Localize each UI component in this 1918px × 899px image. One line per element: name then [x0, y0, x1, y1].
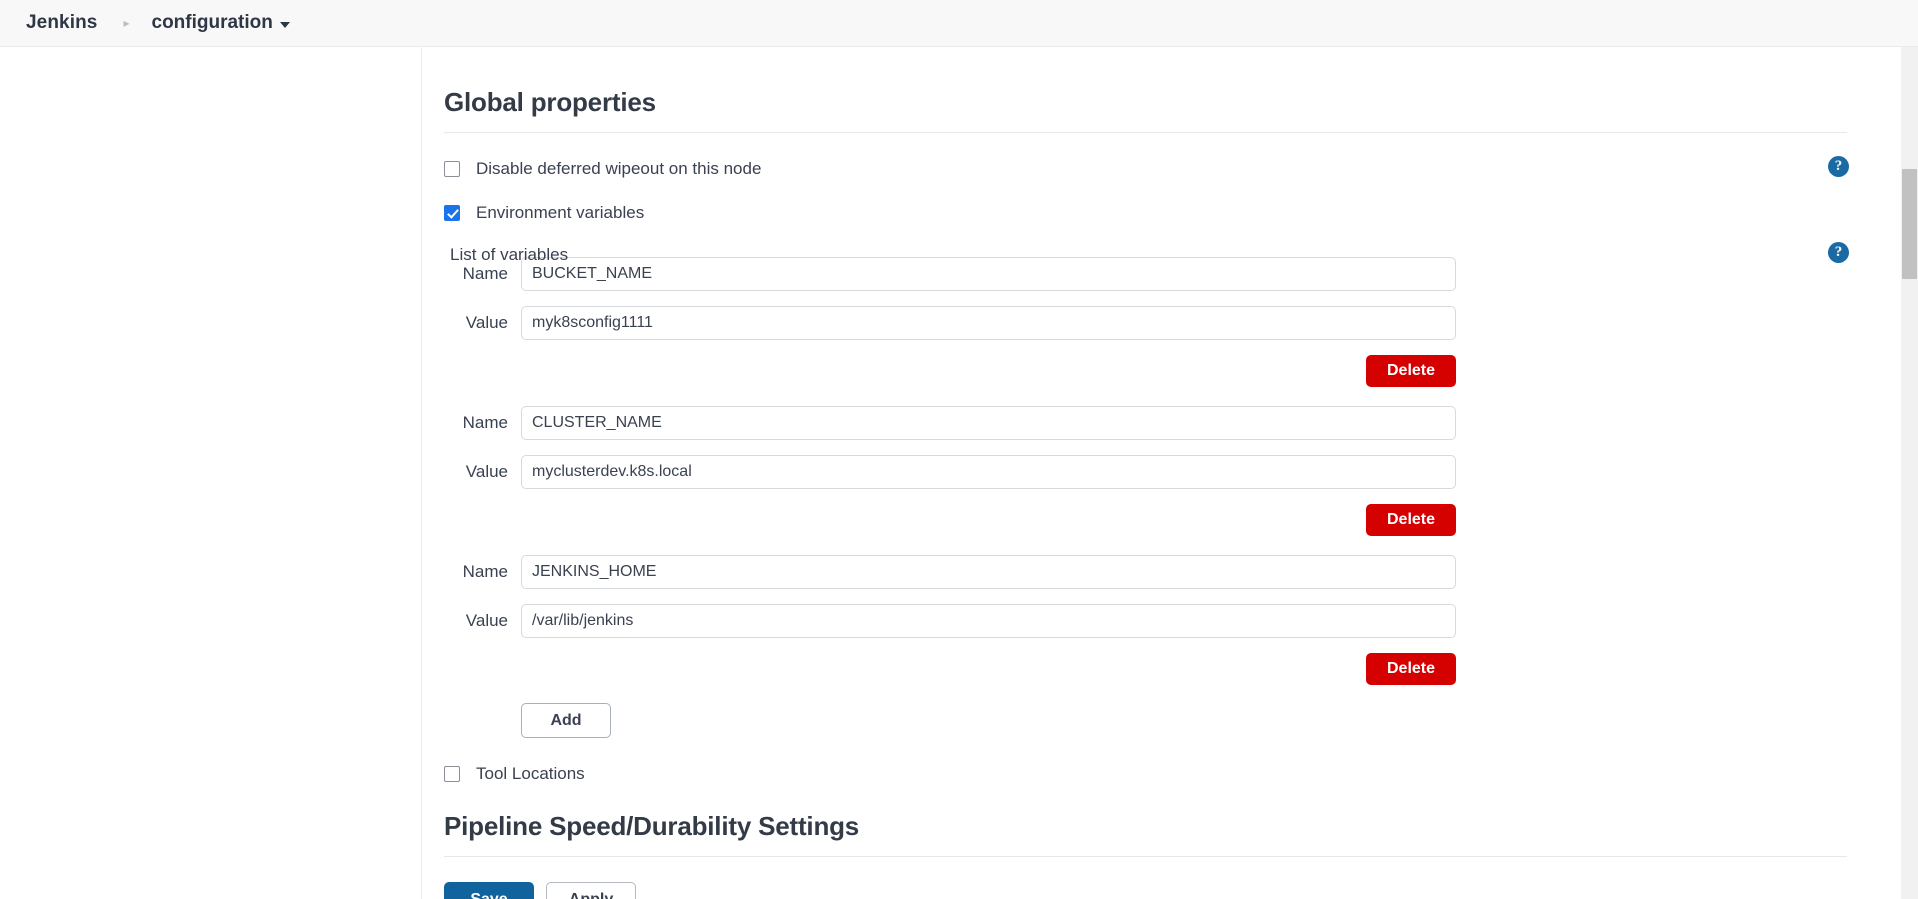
section-divider: [444, 132, 1847, 133]
vertical-scrollbar[interactable]: [1901, 47, 1918, 899]
field-row-value: Value: [444, 455, 1918, 489]
input-variable-name[interactable]: [521, 406, 1456, 440]
form-actions: Save Apply: [444, 882, 1918, 899]
input-variable-value[interactable]: [521, 306, 1456, 340]
label-name: Name: [462, 413, 508, 432]
field-row-name: Name: [444, 406, 1918, 440]
delete-button[interactable]: Delete: [1366, 653, 1456, 685]
checkbox-environment-variables[interactable]: [444, 205, 460, 221]
checkbox-tool-locations[interactable]: [444, 766, 460, 782]
field-row-name: Name: [444, 555, 1918, 589]
row-add-action: Add: [521, 703, 1918, 738]
page-body: Global properties Disable deferred wipeo…: [0, 47, 1918, 899]
row-disable-deferred-wipeout: Disable deferred wipeout on this node ?: [444, 156, 1918, 179]
breadcrumb-configuration[interactable]: configuration: [152, 12, 290, 34]
variable-entry: Name Value Delete: [444, 555, 1918, 685]
label-name: Name: [462, 562, 508, 581]
variable-entry: Name Value Delete: [444, 257, 1918, 387]
input-variable-value[interactable]: [521, 455, 1456, 489]
apply-button[interactable]: Apply: [546, 882, 636, 899]
delete-button[interactable]: Delete: [1366, 355, 1456, 387]
configuration-form: Global properties Disable deferred wipeo…: [422, 47, 1918, 899]
chevron-down-icon[interactable]: [279, 21, 290, 28]
row-tool-locations: Tool Locations: [444, 764, 1918, 784]
label-value: Value: [465, 462, 508, 481]
breadcrumb-separator-icon: ▸: [123, 16, 130, 30]
label-environment-variables: Environment variables: [476, 203, 645, 222]
add-button[interactable]: Add: [521, 703, 611, 738]
row-delete-action: Delete: [521, 355, 1456, 387]
label-name: Name: [462, 264, 508, 283]
input-variable-value[interactable]: [521, 604, 1456, 638]
help-icon-environment-variables[interactable]: ?: [1828, 242, 1849, 263]
input-variable-name[interactable]: [521, 555, 1456, 589]
label-value: Value: [465, 313, 508, 332]
row-delete-action: Delete: [521, 653, 1456, 685]
row-list-of-variables: List of variables ?: [444, 242, 1918, 265]
variable-entry: Name Value Delete: [444, 406, 1918, 536]
field-row-value: Value: [444, 604, 1918, 638]
breadcrumb-configuration-label: configuration: [151, 12, 273, 33]
help-icon-disable-deferred-wipeout[interactable]: ?: [1828, 156, 1849, 177]
row-delete-action: Delete: [521, 504, 1456, 536]
vertical-scrollbar-thumb[interactable]: [1902, 169, 1917, 279]
label-list-of-variables: List of variables: [450, 245, 569, 264]
side-panel: [0, 47, 422, 899]
label-tool-locations: Tool Locations: [476, 764, 585, 783]
checkbox-disable-deferred-wipeout[interactable]: [444, 161, 460, 177]
label-disable-deferred-wipeout: Disable deferred wipeout on this node: [476, 159, 762, 178]
delete-button[interactable]: Delete: [1366, 504, 1456, 536]
jenkins-brand-link[interactable]: Jenkins: [26, 12, 97, 34]
section-title-pipeline-settings: Pipeline Speed/Durability Settings: [444, 811, 860, 841]
section-divider: [444, 856, 1847, 857]
app-header: Jenkins ▸ configuration: [0, 0, 1918, 47]
save-button[interactable]: Save: [444, 882, 534, 899]
row-environment-variables: Environment variables: [444, 203, 1918, 223]
label-value: Value: [465, 611, 508, 630]
field-row-value: Value: [444, 306, 1918, 340]
page-title: Global properties: [444, 87, 656, 117]
